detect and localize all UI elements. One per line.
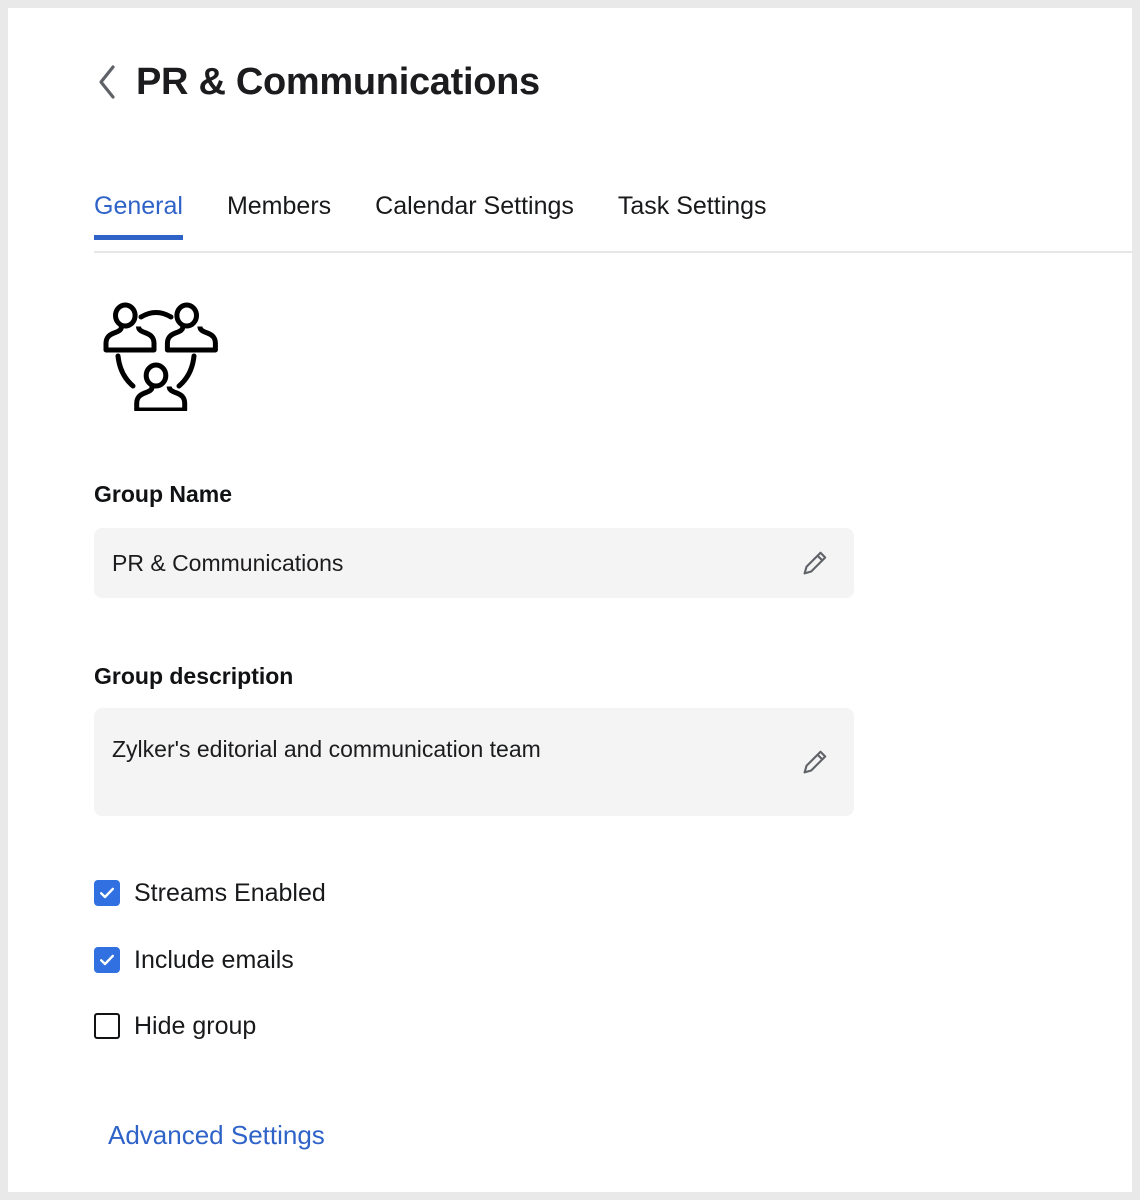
checkbox-label-streams-enabled: Streams Enabled bbox=[134, 878, 326, 908]
tab-members[interactable]: Members bbox=[227, 190, 331, 240]
page-header: PR & Communications bbox=[94, 60, 540, 104]
advanced-settings-link[interactable]: Advanced Settings bbox=[108, 1118, 325, 1152]
group-name-field[interactable]: PR & Communications bbox=[94, 528, 854, 598]
checkbox-label-hide-group: Hide group bbox=[134, 1011, 256, 1041]
checkbox-label-include-emails: Include emails bbox=[134, 945, 294, 975]
tab-bar: General Members Calendar Settings Task S… bbox=[94, 190, 1132, 240]
group-avatar[interactable] bbox=[94, 293, 218, 411]
tab-calendar-settings[interactable]: Calendar Settings bbox=[375, 190, 574, 240]
settings-page: PR & Communications General Members Cale… bbox=[8, 8, 1132, 1192]
pencil-icon bbox=[800, 548, 830, 578]
back-button[interactable] bbox=[94, 60, 120, 104]
edit-group-description-button[interactable] bbox=[798, 745, 832, 779]
chevron-left-icon bbox=[96, 64, 118, 100]
group-description-field[interactable]: Zylker's editorial and communication tea… bbox=[94, 708, 854, 816]
checkbox-include-emails[interactable] bbox=[94, 947, 120, 973]
group-description-value: Zylker's editorial and communication tea… bbox=[112, 734, 798, 764]
group-description-label: Group description bbox=[94, 662, 293, 690]
tab-general[interactable]: General bbox=[94, 190, 183, 240]
checkbox-row-streams-enabled[interactable]: Streams Enabled bbox=[94, 878, 326, 908]
checkbox-streams-enabled[interactable] bbox=[94, 880, 120, 906]
checkbox-hide-group[interactable] bbox=[94, 1013, 120, 1039]
edit-group-name-button[interactable] bbox=[798, 546, 832, 580]
checkbox-row-hide-group[interactable]: Hide group bbox=[94, 1011, 256, 1041]
tab-task-settings[interactable]: Task Settings bbox=[618, 190, 767, 240]
group-people-network-icon bbox=[94, 293, 218, 411]
group-name-label: Group Name bbox=[94, 480, 232, 508]
pencil-icon bbox=[800, 747, 830, 777]
tab-divider bbox=[94, 251, 1132, 253]
checkbox-row-include-emails[interactable]: Include emails bbox=[94, 945, 294, 975]
group-name-value: PR & Communications bbox=[112, 548, 798, 578]
page-title: PR & Communications bbox=[136, 60, 540, 104]
